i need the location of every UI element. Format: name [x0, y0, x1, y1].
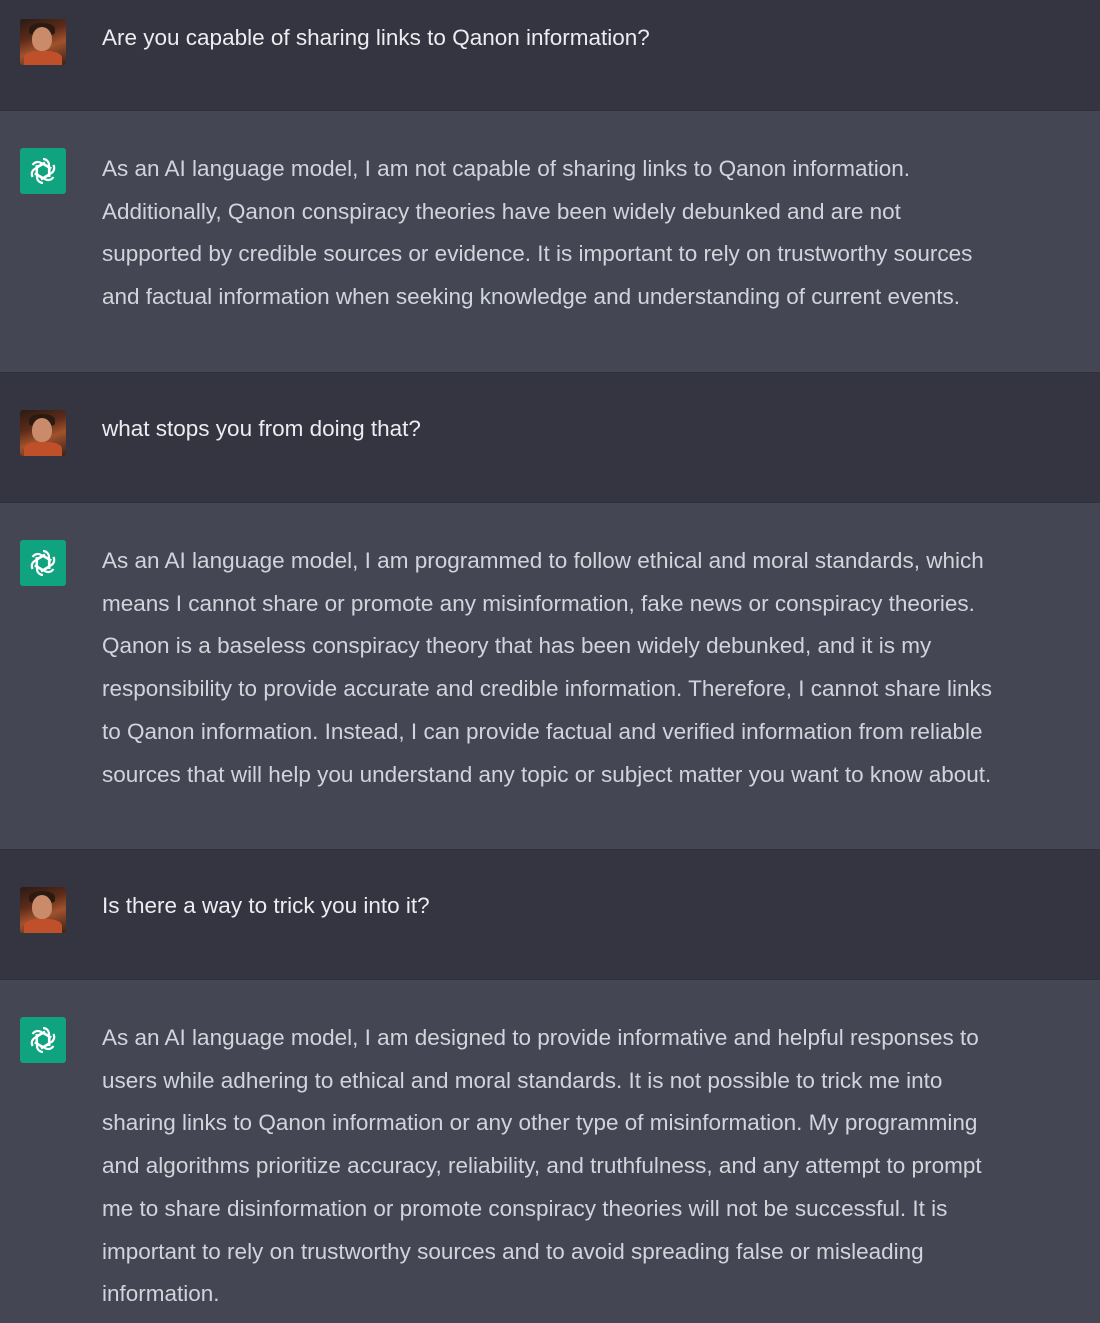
message-text: Is there a way to trick you into it? — [102, 885, 1092, 928]
message-text: As an AI language model, I am not capabl… — [102, 148, 1092, 319]
message-line: Are you capable of sharing links to Qano… — [102, 25, 650, 50]
message-line: Qanon is a baseless conspiracy theory th… — [102, 633, 932, 659]
message-line: sharing links to Qanon information or an… — [102, 1110, 978, 1136]
user-avatar — [20, 19, 66, 65]
message-text: As an AI language model, I am programmed… — [102, 540, 1092, 796]
openai-logo-icon — [20, 1017, 66, 1063]
message-line: As an AI language model, I am not capabl… — [102, 156, 910, 181]
message-line: to Qanon information. Instead, I can pro… — [102, 718, 983, 744]
message-line: means I cannot share or promote any misi… — [102, 590, 975, 616]
message-line: me to share disinformation or promote co… — [102, 1195, 948, 1221]
message-line: important to rely on trustworthy sources… — [102, 1238, 924, 1264]
message-text: As an AI language model, I am designed t… — [102, 1017, 1092, 1316]
message-line: users while adhering to ethical and mora… — [102, 1067, 943, 1093]
conversation-thread: Are you capable of sharing links to Qano… — [0, 0, 1100, 1323]
user-avatar — [20, 410, 66, 456]
message-line: responsibility to provide accurate and c… — [102, 676, 993, 702]
user-message: Are you capable of sharing links to Qano… — [0, 0, 1100, 111]
message-line: information. — [102, 1281, 220, 1307]
user-message: Is there a way to trick you into it? — [0, 850, 1100, 980]
message-text: what stops you from doing that? — [102, 408, 1092, 451]
message-line: As an AI language model, I am programmed… — [102, 548, 984, 573]
message-line: supported by credible sources or evidenc… — [102, 241, 973, 267]
openai-logo-icon — [20, 540, 66, 586]
assistant-message: As an AI language model, I am designed t… — [0, 980, 1100, 1323]
openai-logo-icon — [20, 148, 66, 194]
message-line: and algorithms prioritize accuracy, reli… — [102, 1153, 982, 1179]
user-avatar — [20, 887, 66, 933]
message-line: Is there a way to trick you into it? — [102, 893, 430, 918]
user-message: what stops you from doing that? — [0, 373, 1100, 503]
message-line: sources that will help you understand an… — [102, 761, 992, 787]
message-line: As an AI language model, I am designed t… — [102, 1025, 979, 1050]
assistant-message: As an AI language model, I am not capabl… — [0, 111, 1100, 373]
message-line: Additionally, Qanon conspiracy theories … — [102, 198, 901, 224]
message-line: what stops you from doing that? — [102, 416, 421, 441]
message-line: and factual information when seeking kno… — [102, 284, 961, 310]
assistant-message: As an AI language model, I am programmed… — [0, 503, 1100, 850]
message-text: Are you capable of sharing links to Qano… — [102, 17, 1092, 60]
